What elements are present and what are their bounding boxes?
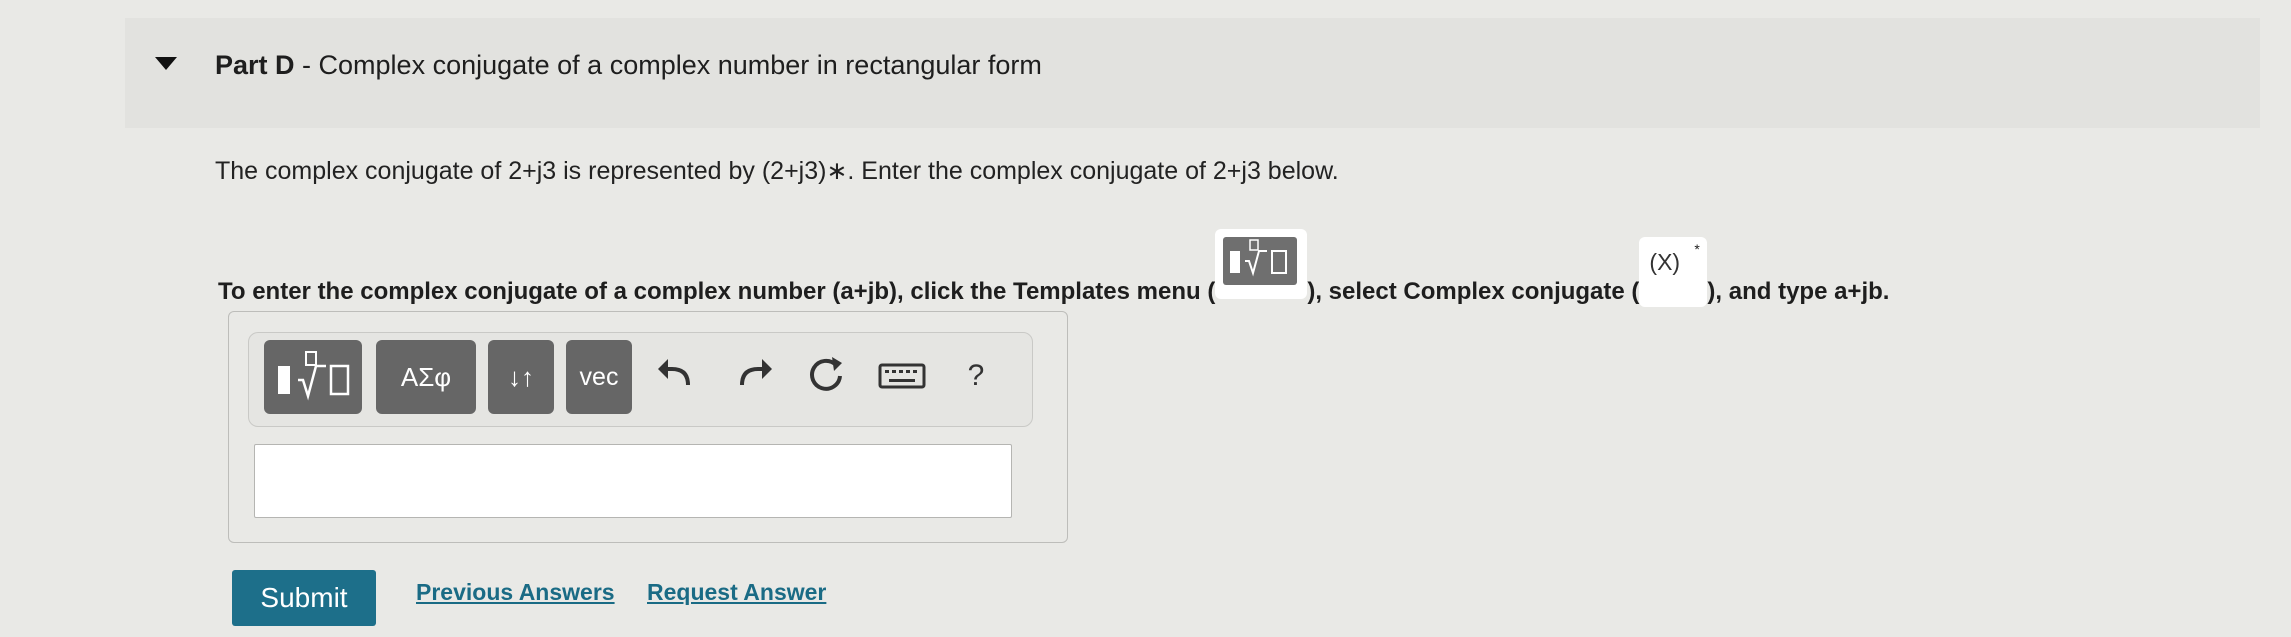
templates-button[interactable] bbox=[264, 340, 362, 414]
templates-inline-icon bbox=[1215, 229, 1308, 299]
redo-icon[interactable] bbox=[726, 345, 782, 407]
conjugate-symbol: (X) bbox=[1649, 249, 1681, 275]
templates-icon bbox=[278, 351, 350, 401]
part-separator: - bbox=[294, 50, 319, 80]
vec-button[interactable]: vec bbox=[566, 340, 632, 414]
complex-conjugate-inline-icon: (X) * bbox=[1639, 237, 1708, 307]
undo-icon[interactable] bbox=[648, 345, 704, 407]
arrows-button[interactable]: ↓↑ bbox=[488, 340, 554, 414]
part-title: Part D - Complex conjugate of a complex … bbox=[215, 50, 1042, 81]
conjugate-star: * bbox=[1694, 241, 1700, 257]
part-title-text: Complex conjugate of a complex number in… bbox=[318, 50, 1042, 80]
reset-icon[interactable] bbox=[798, 345, 854, 407]
collapse-triangle-icon[interactable] bbox=[155, 57, 177, 70]
symbols-button[interactable]: ΑΣφ bbox=[376, 340, 476, 414]
answer-input[interactable] bbox=[254, 444, 1012, 518]
keyboard-icon[interactable] bbox=[872, 345, 932, 407]
previous-answers-link[interactable]: Previous Answers bbox=[416, 579, 615, 606]
instruction-part1: To enter the complex conjugate of a comp… bbox=[218, 278, 1216, 305]
instruction-part2: ), select Complex conjugate ( bbox=[1307, 278, 1640, 305]
part-label: Part D bbox=[215, 50, 295, 80]
help-icon[interactable]: ? bbox=[948, 345, 1004, 407]
request-answer-link[interactable]: Request Answer bbox=[647, 579, 826, 606]
question-text: The complex conjugate of 2+j3 is represe… bbox=[215, 157, 1339, 185]
instruction-part3: ), and type a+jb. bbox=[1707, 278, 1890, 305]
submit-button[interactable]: Submit bbox=[232, 570, 376, 626]
